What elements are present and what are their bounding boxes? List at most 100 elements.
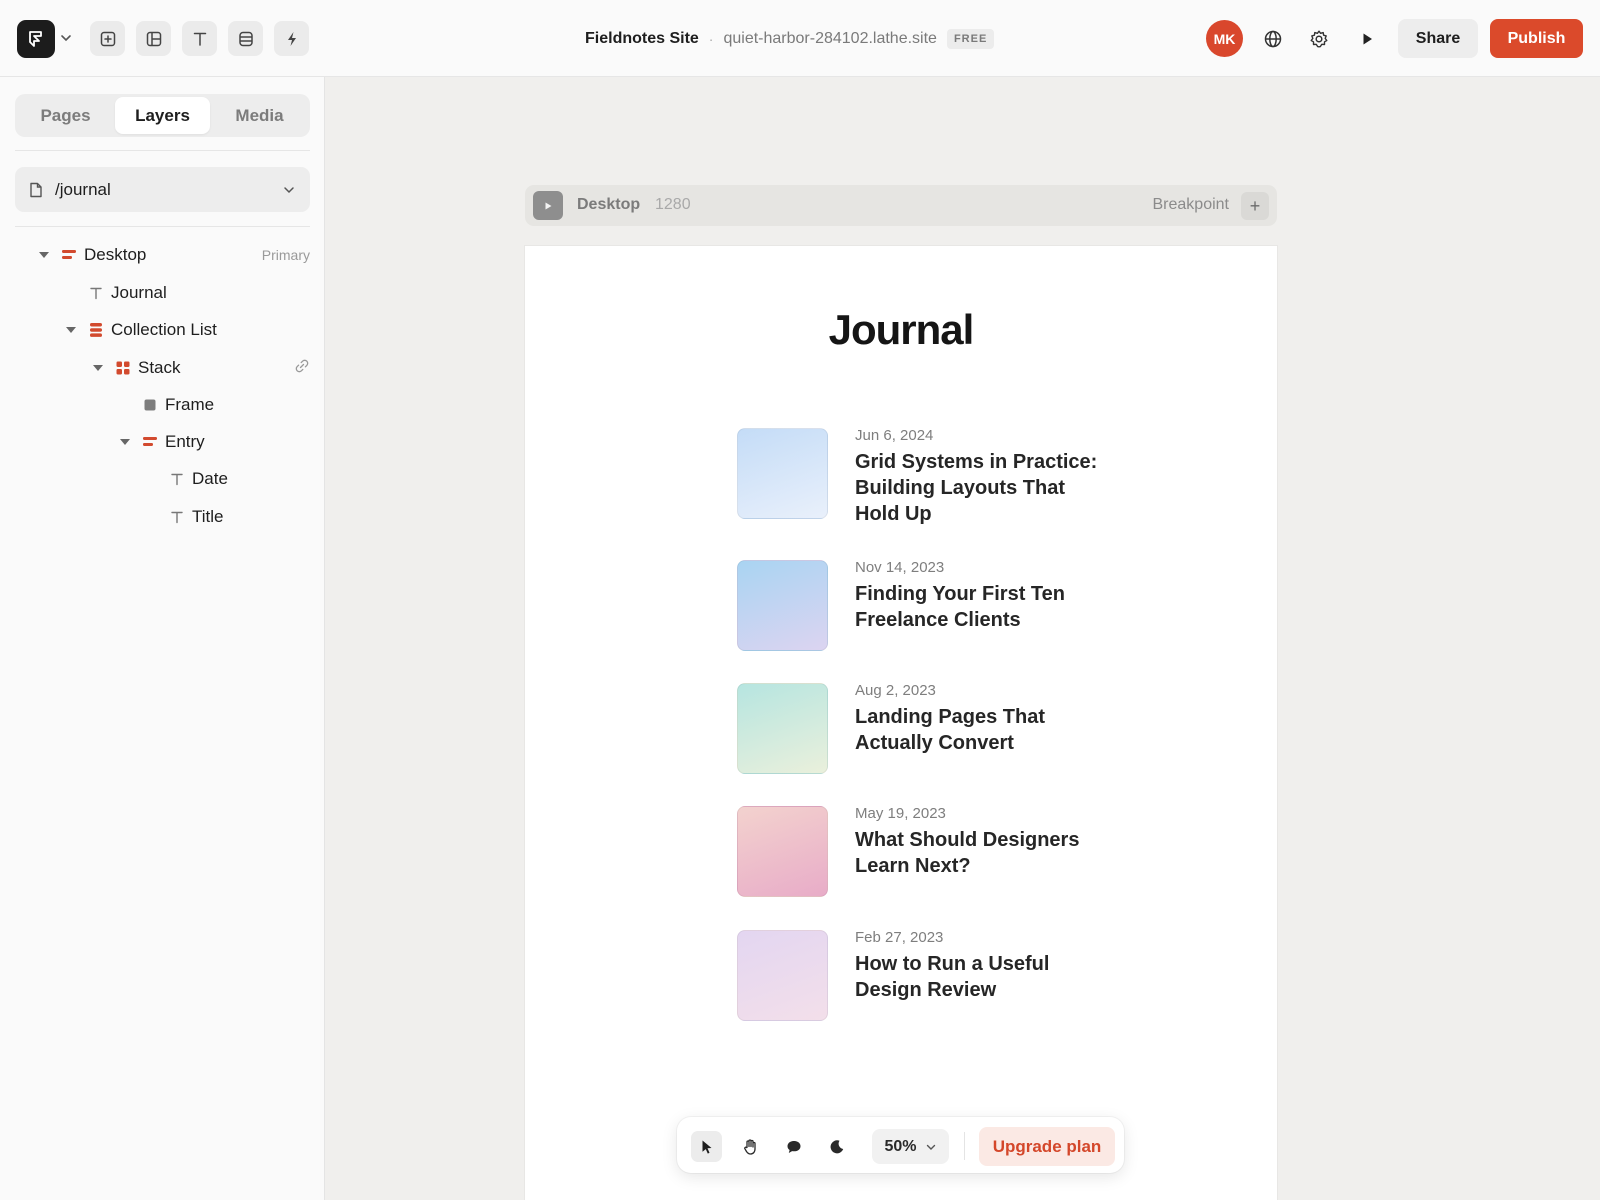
- site-info: Fieldnotes Site · quiet-harbor-284102.la…: [585, 27, 995, 51]
- divider: [964, 1132, 965, 1160]
- layer-label: Frame: [165, 395, 215, 414]
- user-avatar[interactable]: MK: [1206, 20, 1243, 57]
- preview-breakpoint-button[interactable]: [533, 191, 563, 220]
- upgrade-plan-button[interactable]: Upgrade plan: [979, 1127, 1115, 1166]
- entry-title: How to Run a Useful Design Review: [855, 953, 1050, 1001]
- bolt-icon: [287, 31, 296, 46]
- caret-down-icon[interactable]: [39, 250, 49, 260]
- settings-button[interactable]: [1306, 26, 1332, 52]
- link-icon[interactable]: [294, 358, 310, 379]
- preview-button[interactable]: [1354, 26, 1380, 52]
- layer-entry[interactable]: Entry: [120, 430, 205, 454]
- layer-title[interactable]: Title: [147, 505, 224, 529]
- layers-sidebar: Pages Layers Media /journal Desktop Prim…: [0, 77, 325, 1200]
- stack-layer-icon: [115, 360, 131, 376]
- comment-tool-button[interactable]: [778, 1131, 809, 1162]
- text-layer-icon: [88, 285, 104, 301]
- gear-icon: [1310, 30, 1328, 48]
- entry-title: Grid Systems in Practice: Building Layou…: [855, 451, 1098, 525]
- entry-date: Feb 27, 2023: [855, 929, 944, 946]
- layer-label: Entry: [165, 432, 205, 451]
- page-title[interactable]: Journal: [525, 306, 1277, 354]
- logo-icon: [29, 31, 42, 47]
- add-breakpoint-label[interactable]: Breakpoint: [1153, 196, 1230, 214]
- globe-icon: [1264, 30, 1282, 48]
- select-tool-button[interactable]: [691, 1131, 722, 1162]
- entry-title: What Should Designers Learn Next?: [855, 829, 1080, 877]
- layout-tool-button[interactable]: [136, 21, 171, 56]
- divider: [15, 150, 310, 151]
- layer-desktop[interactable]: Desktop Primary: [39, 243, 310, 267]
- theme-icon: [830, 1139, 843, 1153]
- add-icon: [100, 31, 115, 46]
- pointer-icon: [702, 1140, 711, 1154]
- play-icon: [1363, 33, 1372, 45]
- zoom-dropdown[interactable]: 50%: [872, 1129, 949, 1164]
- text-layer-icon: [169, 471, 185, 487]
- insert-tool-button[interactable]: [90, 21, 125, 56]
- site-url[interactable]: quiet-harbor-284102.lathe.site: [723, 30, 936, 48]
- layout-icon: [146, 31, 161, 46]
- layer-stack[interactable]: Stack: [93, 356, 310, 380]
- entry-thumbnail: [737, 428, 828, 519]
- zoom-value: 50%: [884, 1137, 917, 1155]
- page-select-value: /journal: [55, 179, 111, 199]
- breakpoint-label[interactable]: Desktop: [577, 196, 640, 214]
- layer-collection-list[interactable]: Collection List: [66, 318, 217, 342]
- frame-layer-icon: [142, 434, 158, 450]
- text-layer-icon: [169, 509, 185, 525]
- top-bar: Fieldnotes Site · quiet-harbor-284102.la…: [0, 0, 1600, 77]
- layer-label: Stack: [138, 358, 181, 377]
- play-icon: [545, 202, 552, 209]
- layer-label: Date: [192, 469, 228, 488]
- frame-layer-icon: [61, 247, 77, 263]
- theme-toggle-button[interactable]: [821, 1131, 852, 1162]
- canvas-toolbar: 50% Upgrade plan: [677, 1117, 1124, 1173]
- entry-thumbnail: [737, 683, 828, 774]
- text-tool-button[interactable]: [182, 21, 217, 56]
- caret-down-icon[interactable]: [120, 437, 130, 447]
- breakpoint-meta: Primary: [261, 247, 310, 263]
- layer-journal[interactable]: Journal: [66, 281, 167, 305]
- layer-label: Journal: [111, 283, 167, 302]
- hand-tool-button[interactable]: [735, 1131, 766, 1162]
- tab-layers[interactable]: Layers: [115, 97, 210, 134]
- breakpoint-bar: Desktop 1280 Breakpoint +: [525, 185, 1277, 226]
- chevron-down-icon: [926, 1144, 935, 1150]
- tab-pages[interactable]: Pages: [18, 97, 113, 134]
- collection-layer-icon: [88, 322, 104, 338]
- publish-button[interactable]: Publish: [1490, 19, 1583, 58]
- caret-down-icon[interactable]: [66, 325, 76, 335]
- caret-down-icon[interactable]: [93, 363, 103, 373]
- divider: [15, 226, 310, 227]
- text-icon: [193, 32, 206, 46]
- desktop-frame[interactable]: Journal Jun 6, 2024 Grid Systems in Prac…: [525, 246, 1277, 1200]
- entry-title: Finding Your First Ten Freelance Clients: [855, 583, 1065, 631]
- chevron-down-icon[interactable]: [59, 30, 73, 46]
- app-logo-button[interactable]: [17, 20, 55, 58]
- entry-date: Jun 6, 2024: [855, 427, 934, 444]
- layer-date[interactable]: Date: [147, 467, 228, 491]
- page-icon: [30, 182, 42, 197]
- globe-button[interactable]: [1260, 26, 1286, 52]
- layer-frame[interactable]: Frame: [120, 393, 214, 417]
- interactions-tool-button[interactable]: [274, 21, 309, 56]
- entry-thumbnail: [737, 930, 828, 1021]
- entry-date: Aug 2, 2023: [855, 682, 936, 699]
- plan-badge: FREE: [946, 29, 995, 49]
- tab-media[interactable]: Media: [212, 97, 307, 134]
- sidebar-tabs: Pages Layers Media: [15, 94, 310, 137]
- page-select-dropdown[interactable]: /journal: [15, 167, 310, 212]
- entry-date: May 19, 2023: [855, 805, 946, 822]
- site-separator: ·: [708, 31, 714, 47]
- layer-label: Desktop: [84, 245, 147, 264]
- comment-icon: [787, 1140, 800, 1153]
- cms-tool-button[interactable]: [228, 21, 263, 56]
- hand-icon: [743, 1138, 756, 1155]
- rectangle-layer-icon: [142, 397, 158, 413]
- share-button[interactable]: Share: [1398, 19, 1478, 58]
- entry-thumbnail: [737, 806, 828, 897]
- site-name[interactable]: Fieldnotes Site: [585, 30, 699, 48]
- entry-date: Nov 14, 2023: [855, 559, 945, 576]
- add-breakpoint-button[interactable]: +: [1241, 192, 1269, 220]
